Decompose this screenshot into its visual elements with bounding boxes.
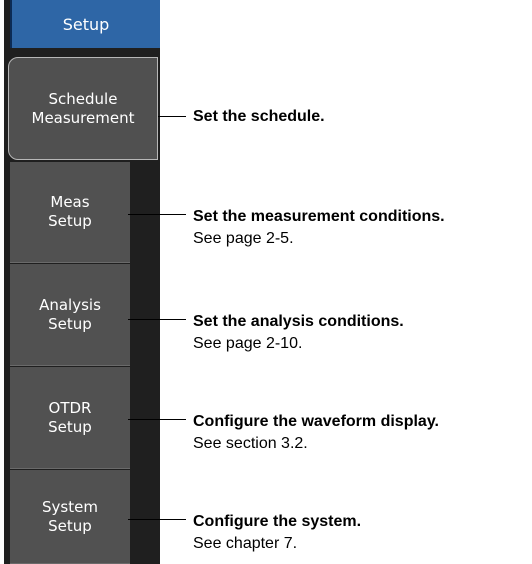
connector-line-system xyxy=(128,519,186,520)
otdr-setup-label: OTDR Setup xyxy=(48,398,92,436)
annotation-otdr-ref: See section 3.2. xyxy=(193,435,308,452)
setup-menu-figure: Setup Schedule Measurement Meas Setup An… xyxy=(0,0,532,564)
annotation-meas-title: Set the measurement conditions. xyxy=(193,208,445,225)
annotation-system-title: Configure the system. xyxy=(193,513,362,530)
annotation-meas-ref: See page 2-5. xyxy=(193,230,294,247)
annotation-analysis: Set the analysis conditions. See page 2-… xyxy=(193,311,404,355)
annotation-otdr-title: Configure the waveform display. xyxy=(193,413,439,430)
setup-header: Setup xyxy=(10,0,160,48)
setup-header-label: Setup xyxy=(62,14,110,34)
annotation-system-ref: See chapter 7. xyxy=(193,535,298,552)
analysis-setup-label: Analysis Setup xyxy=(39,295,101,333)
annotation-system: Configure the system. See chapter 7. xyxy=(193,511,361,555)
annotation-schedule-title: Set the schedule. xyxy=(193,108,325,125)
otdr-setup-button[interactable]: OTDR Setup xyxy=(10,367,130,469)
system-setup-label: System Setup xyxy=(42,497,98,535)
schedule-measurement-label: Schedule Measurement xyxy=(31,89,135,127)
meas-setup-label: Meas Setup xyxy=(48,193,92,230)
annotation-analysis-title: Set the analysis conditions. xyxy=(193,313,404,330)
meas-setup-button[interactable]: Meas Setup xyxy=(10,162,130,263)
annotation-meas: Set the measurement conditions. See page… xyxy=(193,206,445,250)
system-setup-button[interactable]: System Setup xyxy=(10,470,130,564)
connector-line-otdr xyxy=(128,419,186,420)
connector-line-analysis xyxy=(128,319,186,320)
annotation-otdr: Configure the waveform display. See sect… xyxy=(193,411,439,455)
schedule-measurement-button[interactable]: Schedule Measurement xyxy=(8,57,158,160)
analysis-setup-button[interactable]: Analysis Setup xyxy=(10,264,130,366)
annotation-schedule: Set the schedule. xyxy=(193,106,325,128)
connector-line-meas xyxy=(128,214,186,215)
annotation-analysis-ref: See page 2-10. xyxy=(193,335,303,352)
